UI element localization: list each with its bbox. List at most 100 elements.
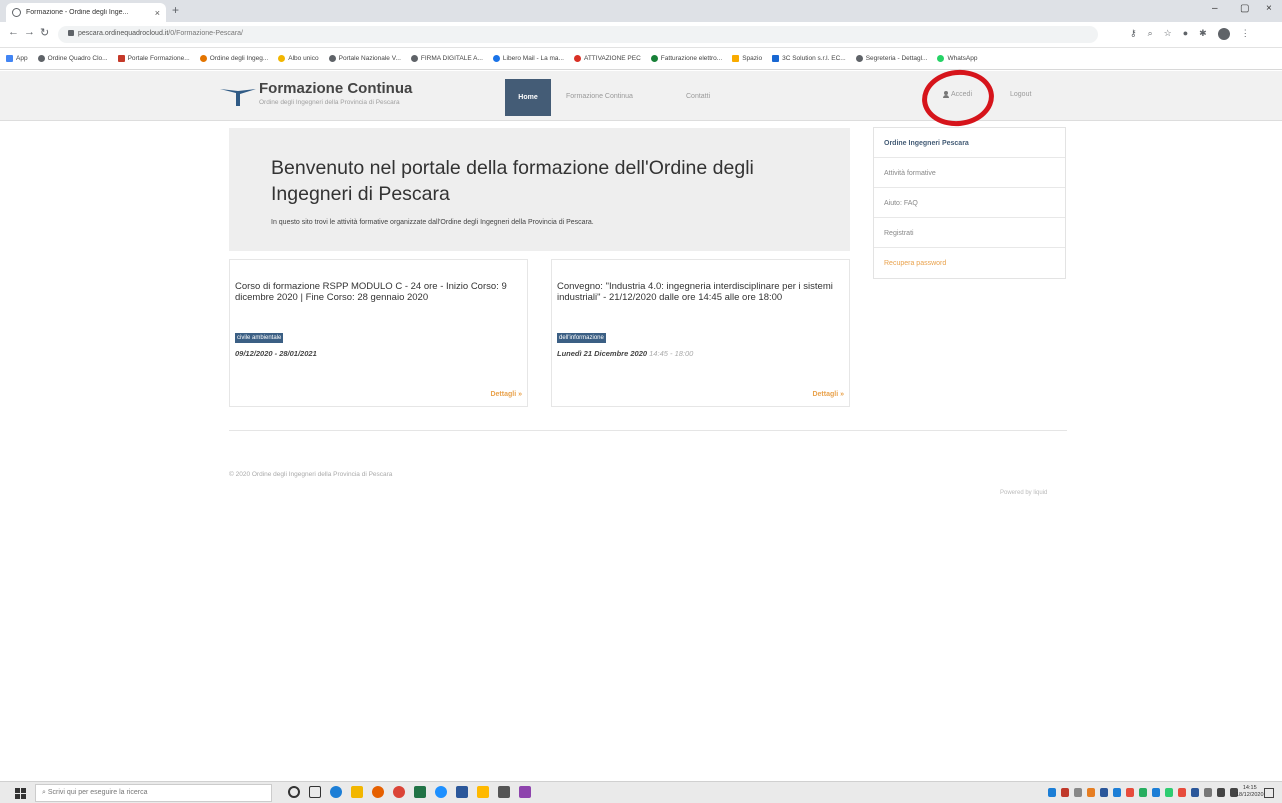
nav-home[interactable]: Home	[505, 79, 551, 116]
minimize-button[interactable]: –	[1212, 3, 1218, 14]
site-navbar	[0, 71, 1282, 121]
details-link[interactable]: Dettagli »	[490, 391, 522, 398]
nav-formazione-continua[interactable]: Formazione Continua	[566, 93, 633, 100]
wifi-icon[interactable]	[1217, 788, 1225, 797]
globe-icon	[37, 55, 45, 62]
globe-icon	[12, 8, 21, 17]
event-title[interactable]: Corso di formazione RSPP MODULO C - 24 o…	[235, 281, 525, 303]
reload-icon[interactable]: ↻	[40, 26, 49, 39]
globe-icon	[410, 55, 418, 62]
tray-icon[interactable]	[1178, 788, 1186, 797]
sidebar-item-recupera-password[interactable]: Recupera password	[874, 248, 1065, 278]
footer-copyright: © 2020 Ordine degli Ingegneri della Prov…	[229, 471, 393, 478]
sidebar-menu: Ordine Ingegneri Pescara Attività format…	[873, 127, 1066, 279]
bookmark-item[interactable]: Albo unico	[278, 55, 319, 62]
tray-icon[interactable]	[1152, 788, 1160, 797]
browser-toolbar: ← → ↻ pescara.ordinequadrocloud.it/0/For…	[0, 22, 1282, 48]
globe-icon	[855, 55, 863, 62]
tray-icon[interactable]	[1048, 788, 1056, 797]
bookmark-item[interactable]: Ordine degli Ingeg...	[199, 55, 268, 62]
bookmark-icon	[772, 55, 780, 62]
event-card: Corso di formazione RSPP MODULO C - 24 o…	[229, 259, 528, 407]
event-date: 09/12/2020 - 28/01/2021	[235, 349, 317, 358]
tray-icon[interactable]	[1204, 788, 1212, 797]
tray-icon[interactable]	[1113, 788, 1121, 797]
bookmark-item[interactable]: ATTIVAZIONE PEC	[573, 55, 641, 62]
extension-icon[interactable]: ●	[1183, 28, 1188, 40]
excel-icon[interactable]	[414, 786, 426, 798]
url-path: /0/Formazione-Pescara/	[168, 30, 243, 37]
tray-icon[interactable]	[1191, 788, 1199, 797]
event-date: Lunedì 21 Dicembre 2020 14:45 - 18:00	[557, 349, 694, 358]
bookmark-icon	[278, 55, 286, 62]
sidebar-item-ordine[interactable]: Ordine Ingegneri Pescara	[874, 128, 1065, 158]
key-icon[interactable]: ⚷	[1130, 28, 1137, 40]
event-title[interactable]: Convegno: "Industria 4.0: ingegneria int…	[557, 281, 847, 303]
brand-title[interactable]: Formazione Continua	[259, 80, 412, 97]
bookmark-item[interactable]: Portale Formazione...	[117, 55, 190, 62]
tab-close-icon[interactable]: ×	[155, 8, 160, 18]
welcome-text: In questo sito trovi le attività formati…	[271, 219, 594, 226]
address-bar[interactable]: pescara.ordinequadrocloud.it/0/Formazion…	[58, 26, 1098, 43]
maximize-button[interactable]: ▢	[1240, 3, 1249, 14]
bookmark-item[interactable]: FIRMA DIGITALE A...	[410, 55, 483, 62]
menu-icon[interactable]: ⋮	[1241, 28, 1250, 40]
bookmark-item[interactable]: WhatsApp	[937, 55, 977, 62]
mail-icon[interactable]	[477, 786, 489, 798]
firefox-icon[interactable]	[372, 786, 384, 798]
chrome-icon[interactable]	[393, 786, 405, 798]
tray-icon[interactable]	[1126, 788, 1134, 797]
system-tray	[1048, 788, 1238, 797]
back-icon[interactable]: ←	[8, 26, 19, 38]
tray-icon[interactable]	[1165, 788, 1173, 797]
app-icon[interactable]	[519, 786, 531, 798]
taskbar-search-input[interactable]: ⌕ Scrivi qui per eseguire la ricerca	[35, 784, 272, 802]
url-host: pescara.ordinequadrocloud.it	[78, 30, 169, 37]
sidebar-item-attivita[interactable]: Attività formative	[874, 158, 1065, 188]
bookmark-item[interactable]: Libero Mail - La ma...	[492, 55, 564, 62]
logo-icon[interactable]	[220, 82, 256, 106]
tray-icon[interactable]	[1087, 788, 1095, 797]
taskbar: ⌕ Scrivi qui per eseguire la ricerca 14:…	[0, 781, 1282, 803]
puzzle-icon[interactable]: ✱	[1199, 28, 1207, 40]
edge-icon[interactable]	[330, 786, 342, 798]
cortana-icon[interactable]	[288, 786, 300, 798]
bookmark-icon	[492, 55, 500, 62]
tray-icon[interactable]	[1074, 788, 1082, 797]
zoom-icon[interactable]: ⌕	[1148, 28, 1153, 40]
sidebar-item-faq[interactable]: Aiuto: FAQ	[874, 188, 1065, 218]
windows-start-icon[interactable]	[15, 788, 26, 799]
footer-powered-by[interactable]: Powered by liquid	[1000, 490, 1047, 496]
lock-icon	[68, 30, 74, 36]
forward-icon[interactable]: →	[24, 26, 35, 38]
bookmark-item[interactable]: Fatturazione elettro...	[650, 55, 722, 62]
browser-tab[interactable]: Formazione - Ordine degli Inge... ×	[6, 3, 166, 22]
bookmark-item[interactable]: Spazio	[732, 55, 762, 62]
task-view-icon[interactable]	[309, 786, 321, 798]
event-time: 14:45 - 18:00	[649, 349, 694, 358]
tray-icon[interactable]	[1100, 788, 1108, 797]
store-icon[interactable]	[498, 786, 510, 798]
star-icon[interactable]: ☆	[1164, 28, 1172, 40]
nav-contatti[interactable]: Contatti	[686, 93, 710, 100]
bookmark-icon	[117, 55, 125, 62]
ie-icon[interactable]	[435, 786, 447, 798]
event-tag: civile ambientale	[235, 333, 284, 343]
profile-avatar-icon[interactable]	[1217, 28, 1230, 40]
details-link[interactable]: Dettagli »	[812, 391, 844, 398]
tray-icon[interactable]	[1139, 788, 1147, 797]
notification-icon[interactable]	[1264, 788, 1274, 798]
taskbar-clock[interactable]: 14:15 18/12/2020	[1236, 785, 1264, 799]
bookmark-item[interactable]: Ordine Quadro Clo...	[37, 55, 108, 62]
tray-icon[interactable]	[1061, 788, 1069, 797]
word-icon[interactable]	[456, 786, 468, 798]
sidebar-item-registrati[interactable]: Registrati	[874, 218, 1065, 248]
file-explorer-icon[interactable]	[351, 786, 363, 798]
bookmark-item[interactable]: 3C Solution s.r.l. EC...	[772, 55, 846, 62]
logout-link[interactable]: Logout	[1010, 91, 1031, 98]
new-tab-button[interactable]: +	[172, 3, 179, 17]
bookmark-item[interactable]: Segreteria - Dettagl...	[855, 55, 927, 62]
close-window-button[interactable]: ×	[1266, 3, 1272, 14]
bookmark-item[interactable]: Portale Nazionale V...	[328, 55, 401, 62]
bookmark-item[interactable]: App	[6, 55, 28, 62]
